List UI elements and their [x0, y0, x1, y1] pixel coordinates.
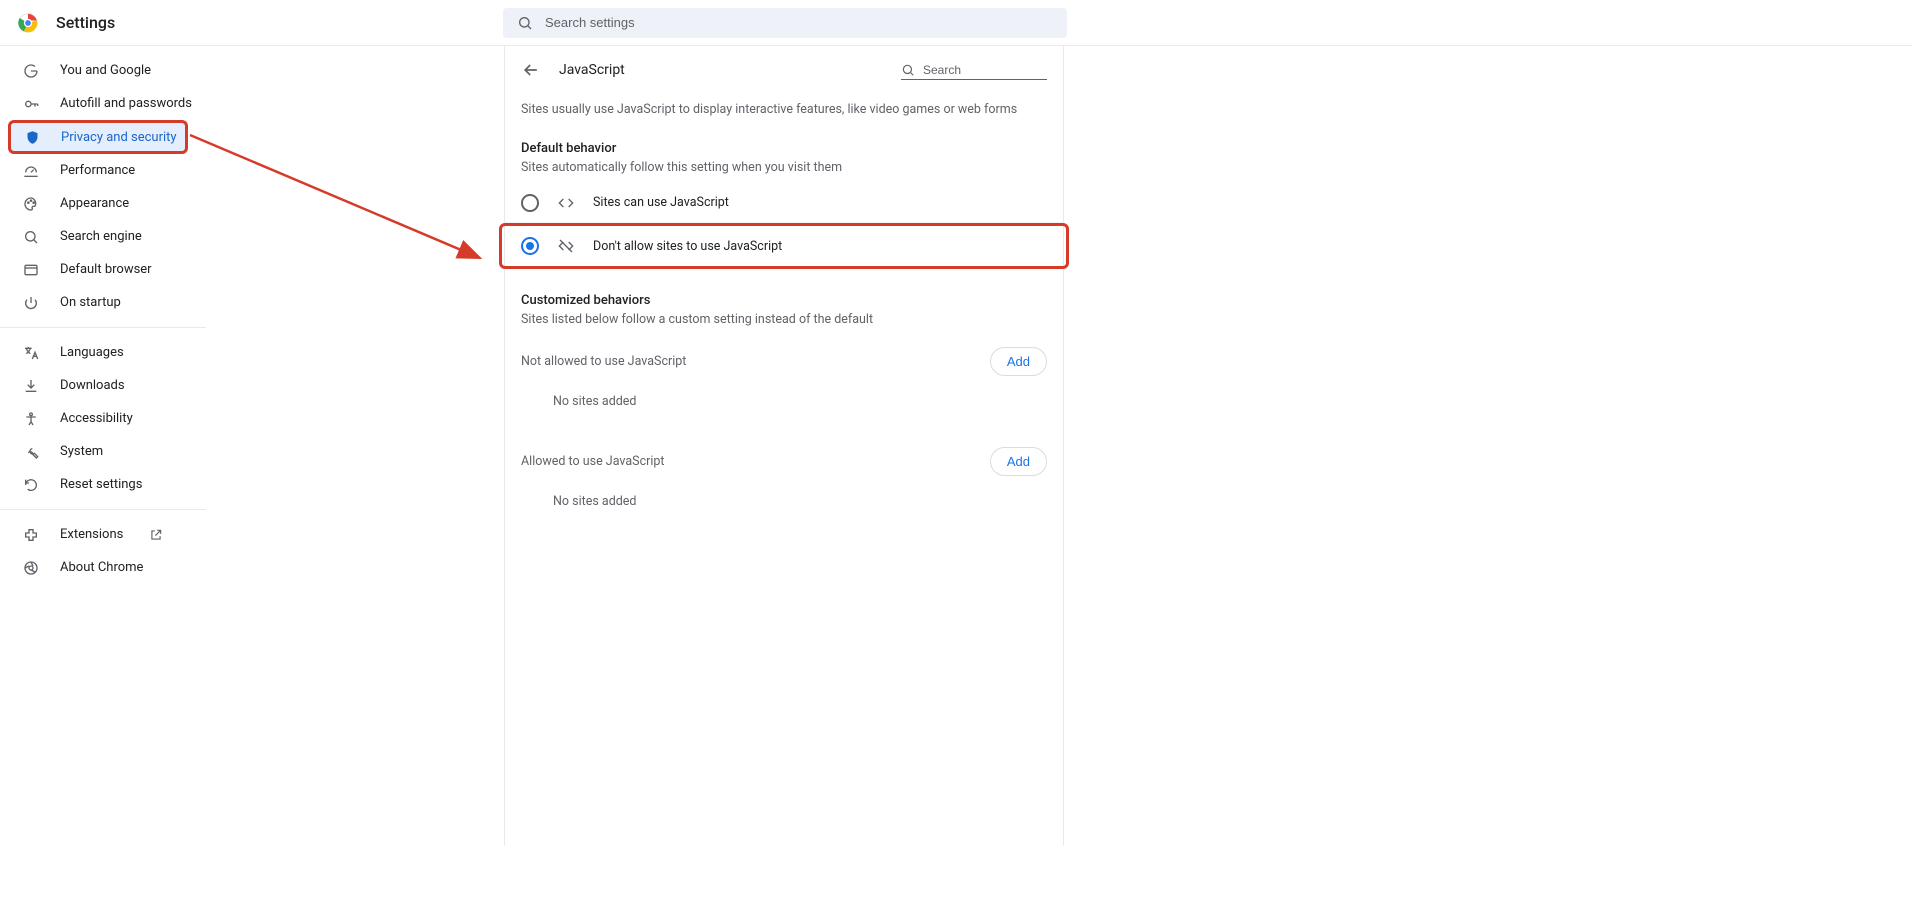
customized-title: Customized behaviors [505, 285, 1063, 312]
allowed-row: Allowed to use JavaScript Add [505, 435, 1063, 488]
default-behavior-subtitle: Sites automatically follow this setting … [505, 160, 1063, 183]
sidebar-item-privacy-security[interactable]: Privacy and security [8, 120, 188, 154]
browser-icon [22, 262, 40, 278]
allowed-empty: No sites added [505, 488, 1063, 525]
search-settings-box[interactable] [503, 8, 1067, 38]
customized-subtitle: Sites listed below follow a custom setti… [505, 312, 1063, 335]
google-g-icon [22, 63, 40, 79]
shield-icon [23, 130, 41, 145]
not-allowed-empty: No sites added [505, 388, 1063, 425]
sidebar-item-downloads[interactable]: Downloads [0, 369, 202, 402]
extensions-icon [22, 527, 40, 543]
key-icon [22, 96, 40, 112]
sidebar-item-you-and-google[interactable]: You and Google [0, 54, 202, 87]
default-behavior-title: Default behavior [505, 133, 1063, 160]
sidebar-item-autofill[interactable]: Autofill and passwords [0, 87, 202, 120]
sidebar-item-label: Appearance [60, 196, 129, 211]
sidebar-item-default-browser[interactable]: Default browser [0, 253, 202, 286]
allowed-label: Allowed to use JavaScript [521, 454, 665, 469]
sidebar-item-extensions[interactable]: Extensions [0, 518, 202, 551]
code-icon [557, 195, 575, 211]
back-button[interactable] [521, 60, 541, 80]
sidebar-item-label: You and Google [60, 63, 151, 78]
radio-dont-allow-js[interactable]: Don't allow sites to use JavaScript [505, 226, 1063, 266]
code-off-icon [557, 238, 575, 254]
accessibility-icon [22, 411, 40, 427]
add-allowed-button[interactable]: Add [990, 447, 1047, 476]
translate-icon [22, 345, 40, 361]
external-link-icon [149, 528, 163, 542]
sidebar-item-label: Downloads [60, 378, 125, 393]
card-search-box[interactable] [901, 61, 1047, 80]
header: Settings [0, 0, 1912, 46]
sidebar-item-system[interactable]: System [0, 435, 202, 468]
page-title: Settings [56, 13, 115, 32]
not-allowed-label: Not allowed to use JavaScript [521, 354, 686, 369]
search-settings-input[interactable] [545, 15, 1053, 30]
sidebar-item-reset[interactable]: Reset settings [0, 468, 202, 501]
search-icon [901, 63, 915, 77]
sidebar-item-label: About Chrome [60, 560, 143, 575]
annotation-highlight-dont-allow: Don't allow sites to use JavaScript [499, 223, 1069, 269]
settings-card: JavaScript Sites usually use JavaScript … [504, 46, 1064, 846]
card-header: JavaScript [505, 46, 1063, 94]
not-allowed-row: Not allowed to use JavaScript Add [505, 335, 1063, 388]
sidebar: You and Google Autofill and passwords Pr… [0, 46, 206, 911]
sidebar-item-label: Default browser [60, 262, 152, 277]
radio-unchecked-icon [521, 194, 539, 212]
sidebar-item-label: On startup [60, 295, 121, 310]
card-search-input[interactable] [923, 63, 1043, 77]
radio-checked-icon [521, 237, 539, 255]
sidebar-item-label: Autofill and passwords [60, 96, 192, 111]
sidebar-item-search-engine[interactable]: Search engine [0, 220, 202, 253]
search-icon [517, 15, 533, 31]
sidebar-item-label: Search engine [60, 229, 142, 244]
sidebar-item-on-startup[interactable]: On startup [0, 286, 202, 319]
radio-label: Sites can use JavaScript [593, 195, 729, 210]
sidebar-divider [0, 327, 206, 328]
main: JavaScript Sites usually use JavaScript … [206, 46, 1912, 911]
sidebar-item-appearance[interactable]: Appearance [0, 187, 202, 220]
search-icon [22, 229, 40, 245]
power-icon [22, 295, 40, 311]
sidebar-item-label: Performance [60, 163, 135, 178]
javascript-description: Sites usually use JavaScript to display … [505, 94, 1063, 133]
sidebar-item-label: Languages [60, 345, 124, 360]
chrome-small-icon [22, 560, 40, 576]
add-not-allowed-button[interactable]: Add [990, 347, 1047, 376]
sidebar-divider [0, 509, 206, 510]
sidebar-item-label: Accessibility [60, 411, 133, 426]
radio-sites-can-use-js[interactable]: Sites can use JavaScript [505, 183, 1063, 223]
sidebar-item-languages[interactable]: Languages [0, 336, 202, 369]
sidebar-item-performance[interactable]: Performance [0, 154, 202, 187]
sidebar-item-label: Privacy and security [61, 130, 177, 145]
sidebar-item-label: Extensions [60, 527, 123, 542]
chrome-logo-icon [16, 11, 40, 35]
wrench-icon [22, 444, 40, 460]
sidebar-item-label: System [60, 444, 103, 459]
palette-icon [22, 196, 40, 212]
sidebar-item-about-chrome[interactable]: About Chrome [0, 551, 202, 584]
radio-label: Don't allow sites to use JavaScript [593, 239, 782, 254]
reset-icon [22, 477, 40, 493]
card-title: JavaScript [559, 62, 883, 78]
download-icon [22, 378, 40, 394]
gauge-icon [22, 163, 40, 179]
sidebar-item-accessibility[interactable]: Accessibility [0, 402, 202, 435]
sidebar-item-label: Reset settings [60, 477, 142, 492]
